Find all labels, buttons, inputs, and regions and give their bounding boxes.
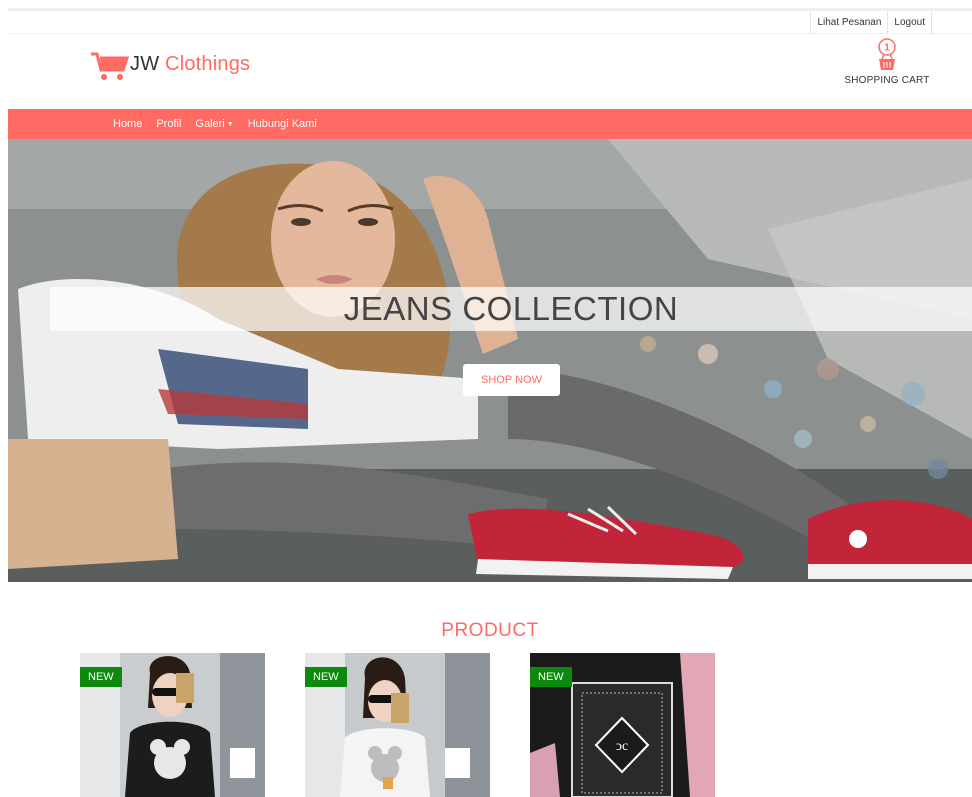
top-utility-bar: Lihat Pesanan Logout (8, 8, 972, 34)
svg-text:ↄc: ↄc (616, 739, 628, 754)
product-section-title: PRODUCT (441, 620, 539, 641)
shopping-cart[interactable]: 1 SHOPPING CART (842, 38, 932, 86)
logout-link[interactable]: Logout (887, 11, 932, 34)
nav-item-galeri-label: Galeri (195, 118, 225, 130)
nav-item-home[interactable]: Home (113, 118, 142, 130)
logo-prefix: JW (130, 53, 160, 75)
main-nav: Home Profil Galeri ▼ Hubungi Kami (8, 109, 972, 139)
product-card[interactable]: ↄc NEW (530, 653, 715, 797)
nav-item-profil[interactable]: Profil (156, 118, 181, 130)
logo-accent: Clothings (165, 53, 251, 75)
shopping-basket-icon: 1 (878, 38, 896, 70)
hero-image (8, 139, 972, 582)
hero-title: JEANS COLLECTION (343, 290, 679, 327)
new-badge: NEW (530, 667, 572, 687)
new-badge: NEW (80, 667, 122, 687)
caret-down-icon: ▼ (226, 121, 234, 128)
hero-banner: JEANS COLLECTION SHOP NOW (8, 139, 972, 582)
new-badge: NEW (305, 667, 347, 687)
cart-label: SHOPPING CART (844, 75, 930, 86)
cart-count: 1 (884, 43, 890, 54)
site-logo[interactable]: JW Clothings (90, 50, 250, 82)
shop-now-button[interactable]: SHOP NOW (463, 364, 560, 396)
account-links: Lihat Pesanan Logout (810, 11, 932, 34)
shopping-cart-icon (91, 52, 130, 80)
site-header: JW Clothings 1 SHOPPING CART (8, 34, 972, 109)
nav-item-hubungi-kami[interactable]: Hubungi Kami (248, 118, 317, 130)
product-card[interactable]: NEW (305, 653, 490, 797)
nav-item-galeri[interactable]: Galeri ▼ (195, 118, 233, 130)
nav-list: Home Profil Galeri ▼ Hubungi Kami (113, 109, 331, 139)
view-orders-link[interactable]: Lihat Pesanan (810, 11, 887, 34)
product-card[interactable]: NEW (80, 653, 265, 797)
logo-text: JW Clothings (130, 50, 250, 78)
